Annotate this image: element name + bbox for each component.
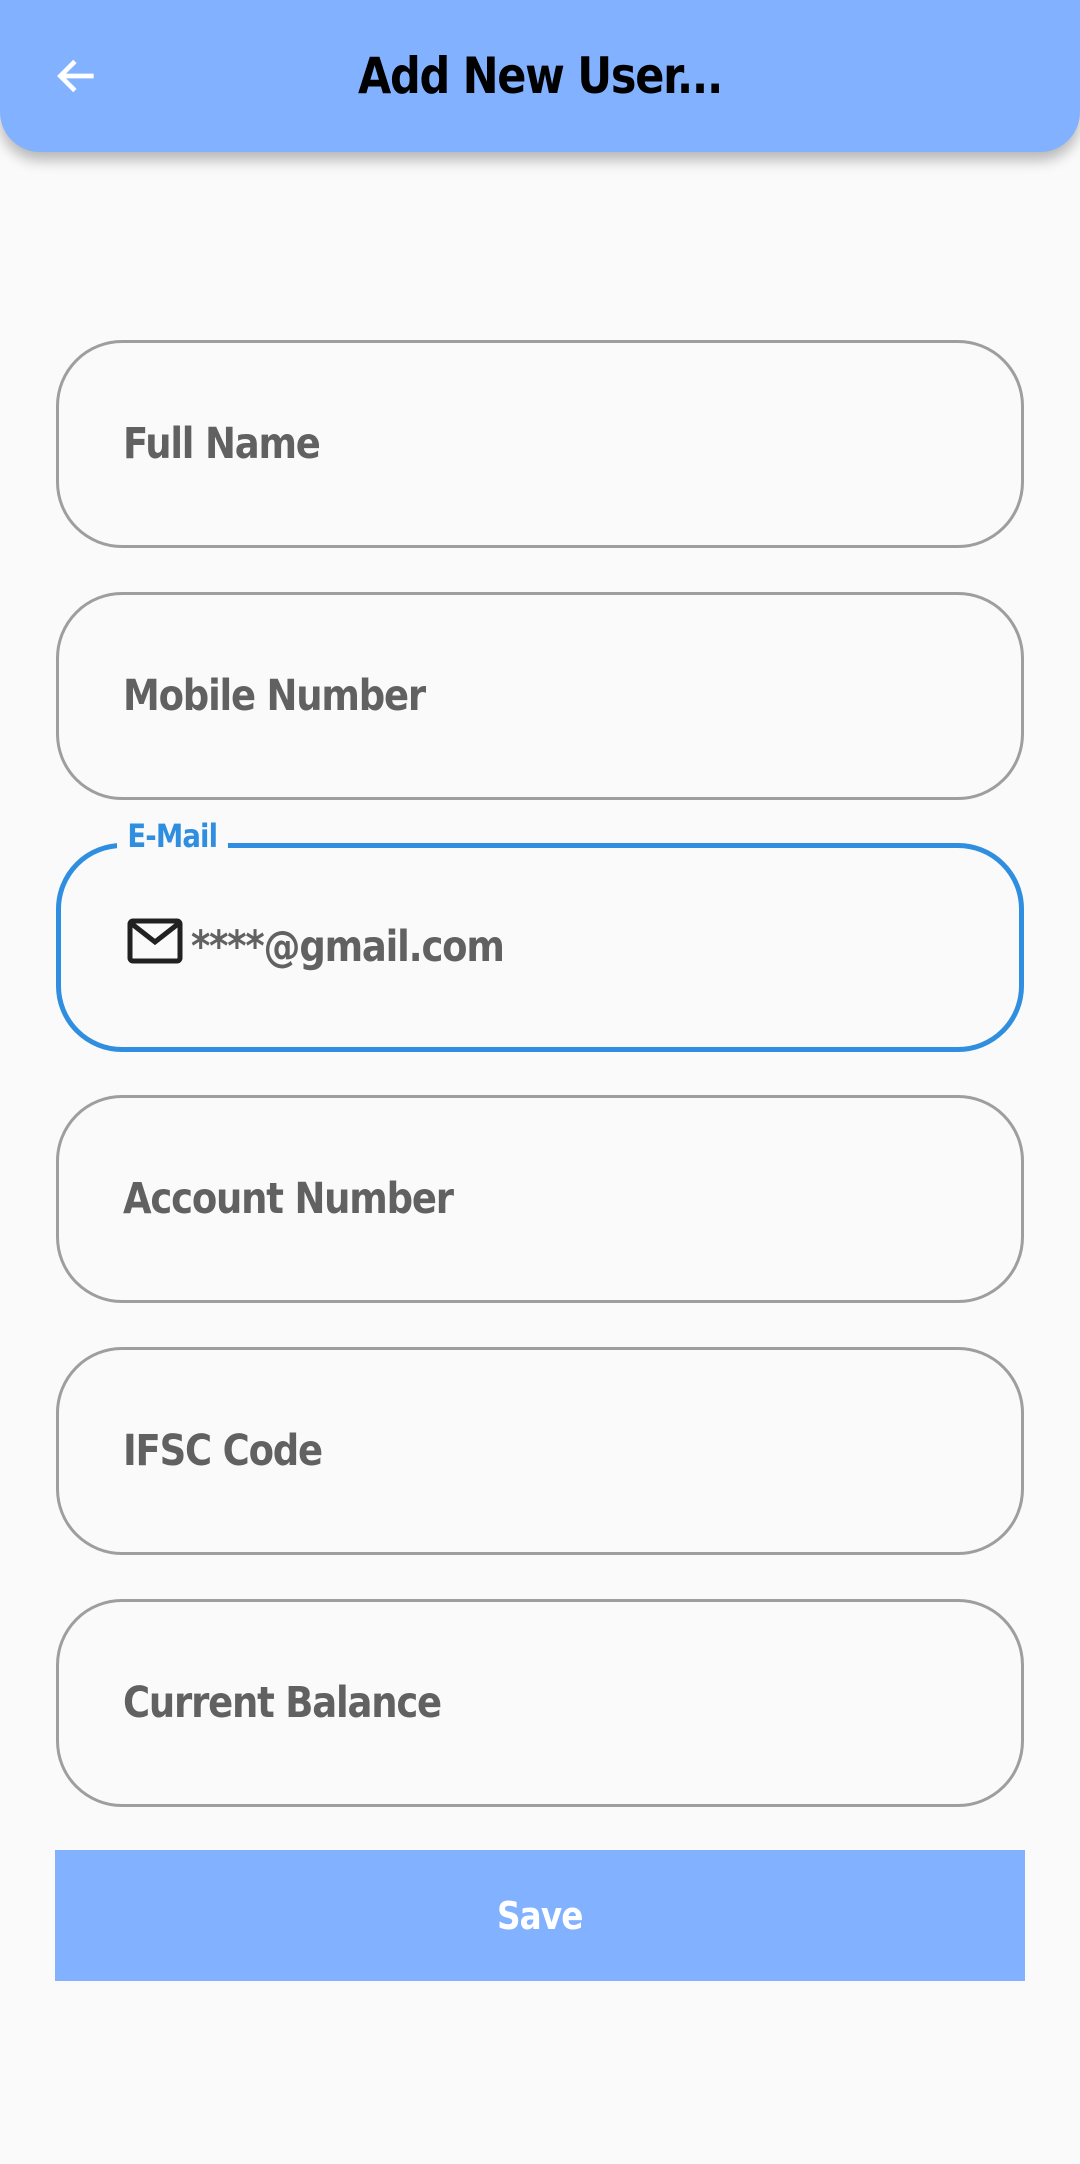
- account-number-placeholder: Account Number: [123, 1174, 454, 1224]
- ifsc-code-field[interactable]: IFSC Code: [56, 1347, 1024, 1555]
- ifsc-code-placeholder: IFSC Code: [123, 1426, 323, 1476]
- page-title: Add New User...: [357, 47, 723, 105]
- current-balance-placeholder: Current Balance: [123, 1678, 442, 1728]
- full-name-field[interactable]: Full Name: [56, 340, 1024, 548]
- email-field[interactable]: E-Mail ****@gmail.com: [56, 816, 1024, 1052]
- mail-icon: [127, 918, 183, 964]
- email-input-value[interactable]: ****@gmail.com: [191, 848, 505, 1046]
- app-bar: Add New User...: [0, 0, 1080, 152]
- account-number-field[interactable]: Account Number: [56, 1095, 1024, 1303]
- current-balance-field[interactable]: Current Balance: [56, 1599, 1024, 1807]
- mobile-number-field[interactable]: Mobile Number: [56, 592, 1024, 800]
- save-button[interactable]: Save: [55, 1850, 1025, 1981]
- mobile-number-placeholder: Mobile Number: [123, 671, 426, 721]
- full-name-placeholder: Full Name: [123, 419, 321, 469]
- save-button-label: Save: [497, 1893, 583, 1938]
